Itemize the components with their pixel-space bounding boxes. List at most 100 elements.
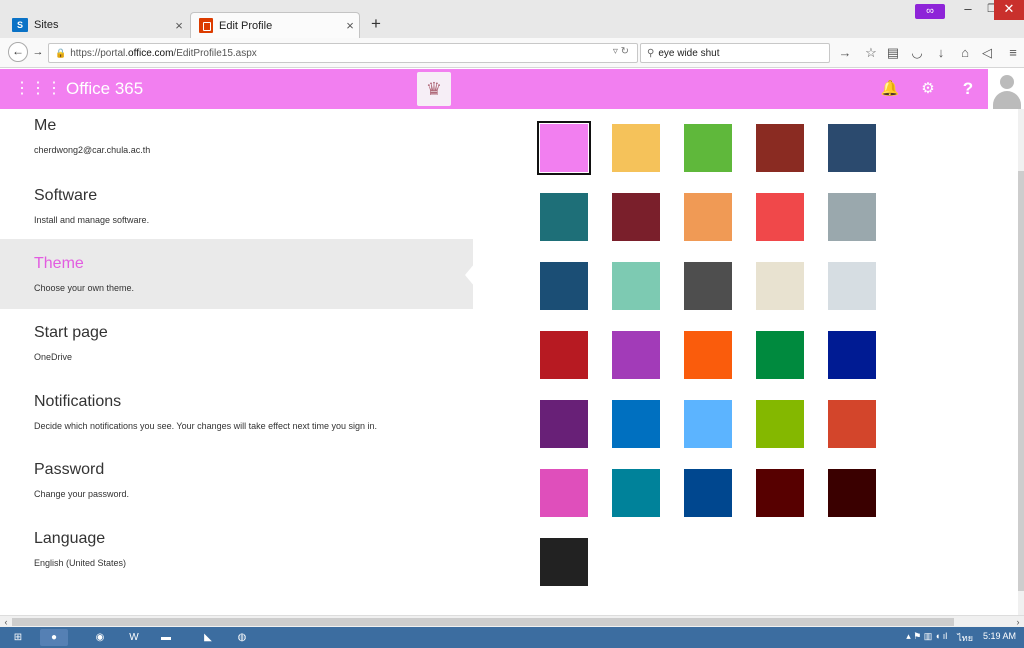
tray-icons[interactable]: ▴ ⚑ ▥ ◖ ıl: [906, 631, 947, 645]
browser-tab-bar: S Sites × Edit Profile × + ∞ – ❐ ✕: [0, 0, 1024, 38]
office-icon: [199, 18, 213, 33]
theme-tile-snowflakes[interactable]: [828, 262, 876, 310]
theme-tile-blue-circles[interactable]: [540, 262, 588, 310]
theme-tile-blueprint[interactable]: [828, 124, 876, 172]
theme-tile-orange[interactable]: [684, 331, 732, 379]
mask-icon[interactable]: ∞: [915, 4, 945, 19]
menu-item-title: Start page: [34, 324, 108, 341]
menu-item-title: Language: [34, 530, 106, 547]
word-icon[interactable]: W: [120, 629, 148, 646]
theme-tile-green[interactable]: [756, 331, 804, 379]
avatar[interactable]: [988, 69, 1024, 109]
theme-tile-stars[interactable]: [612, 124, 660, 172]
theme-tile-pink[interactable]: [537, 121, 591, 175]
go-arrow-icon[interactable]: →: [836, 45, 854, 61]
menu-item-theme[interactable]: Theme Choose your own theme.: [0, 239, 473, 309]
minimize-button[interactable]: –: [956, 0, 980, 20]
theme-tile-lime[interactable]: [756, 400, 804, 448]
gear-icon[interactable]: ⚙: [910, 69, 946, 109]
folder-icon[interactable]: ▬: [152, 629, 180, 646]
menu-item-title: Notifications: [34, 393, 122, 410]
close-icon[interactable]: ×: [341, 18, 359, 33]
menu-item-title: Software: [34, 187, 98, 204]
menu-item-subtitle: Decide which notifications you see. Your…: [34, 421, 378, 431]
menu-item-password[interactable]: Password Change your password.: [0, 451, 473, 517]
download-icon[interactable]: ↓: [932, 45, 950, 61]
close-icon[interactable]: ×: [170, 18, 188, 33]
taskbar: ⊞ ● ◉ W ▬ ◣ ◍ ▴ ⚑ ▥ ◖ ıl ไทย 5:19 AM: [0, 627, 1024, 648]
theme-tile-teal[interactable]: [612, 469, 660, 517]
menu-item-title: Theme: [34, 255, 84, 272]
help-icon[interactable]: ?: [950, 69, 986, 109]
theme-tile-dark-purple[interactable]: [540, 400, 588, 448]
university-logo: ♛: [417, 72, 451, 106]
theme-tile-rust[interactable]: [828, 400, 876, 448]
new-tab-button[interactable]: +: [366, 13, 386, 35]
send-icon[interactable]: ◁: [978, 45, 996, 61]
theme-tile-stripes[interactable]: [684, 193, 732, 241]
theme-picker: [473, 109, 1018, 615]
theme-tile-green-nature[interactable]: [684, 124, 732, 172]
theme-tile-red-abstract[interactable]: [612, 193, 660, 241]
close-window-button[interactable]: ✕: [994, 0, 1024, 20]
theme-tile-circuit[interactable]: [540, 193, 588, 241]
menu-item-software[interactable]: Software Install and manage software.: [0, 177, 473, 243]
app-launcher-icon[interactable]: ⋮⋮⋮: [14, 79, 62, 99]
menu-item-title: Password: [34, 461, 105, 478]
theme-tile-navy[interactable]: [828, 331, 876, 379]
settings-menu: Me cherdwong2@car.chula.ac.th Software I…: [0, 109, 473, 615]
theme-tile-dark-maroon[interactable]: [828, 469, 876, 517]
start-icon[interactable]: ⊞: [4, 629, 32, 646]
url-prefix: https://portal.: [70, 47, 129, 59]
reload-icon[interactable]: ▿ ↻: [613, 46, 629, 57]
theme-tile-lucky-cat[interactable]: [756, 262, 804, 310]
firefox-icon[interactable]: ●: [40, 629, 68, 646]
bell-icon[interactable]: 🔔: [872, 69, 908, 109]
theme-tile-red[interactable]: [540, 331, 588, 379]
forward-button[interactable]: →: [30, 43, 46, 61]
theme-tile-magenta[interactable]: [540, 469, 588, 517]
back-button[interactable]: ←: [8, 42, 28, 62]
vertical-scrollbar[interactable]: [1018, 109, 1024, 615]
reading-list-icon[interactable]: ▤: [884, 45, 902, 61]
tab-sites[interactable]: S Sites ×: [8, 12, 188, 38]
scroll-thumb[interactable]: [12, 618, 954, 626]
theme-tile-purple[interactable]: [612, 331, 660, 379]
menu-icon[interactable]: ≡: [1004, 45, 1022, 61]
menu-item-subtitle: English (United States): [34, 558, 127, 568]
clock[interactable]: 5:19 AM: [983, 631, 1016, 645]
theme-tile-geometric[interactable]: [756, 193, 804, 241]
menu-item-start-page[interactable]: Start page OneDrive: [0, 314, 473, 380]
theme-tile-fabric[interactable]: [828, 193, 876, 241]
chrome-icon[interactable]: ◉: [86, 629, 114, 646]
theme-tile-dark-blue[interactable]: [684, 469, 732, 517]
bookmark-star-icon[interactable]: ☆: [862, 45, 880, 61]
menu-item-subtitle: OneDrive: [34, 352, 73, 362]
app-icon[interactable]: ◍: [228, 629, 256, 646]
menu-item-title: Me: [34, 117, 57, 134]
address-bar[interactable]: 🔒 https://portal. office.com/EditProfile1…: [48, 43, 638, 63]
theme-tile-abstract-red[interactable]: [756, 124, 804, 172]
theme-tile-black[interactable]: [540, 538, 588, 586]
pdf-icon[interactable]: ◣: [194, 629, 222, 646]
search-input[interactable]: ⚲ eye wide shut: [640, 43, 830, 63]
scroll-thumb[interactable]: [1018, 171, 1024, 591]
theme-tile-blue-black[interactable]: [612, 400, 660, 448]
tab-label: Sites: [34, 19, 59, 31]
theme-tile-teal-split[interactable]: [612, 262, 660, 310]
theme-tile-sky-blue[interactable]: [684, 400, 732, 448]
language-indicator[interactable]: ไทย: [957, 631, 973, 645]
app-title[interactable]: Office 365: [66, 79, 143, 99]
search-icon: ⚲: [647, 47, 655, 59]
menu-item-me[interactable]: Me cherdwong2@car.chula.ac.th: [0, 109, 473, 175]
home-icon[interactable]: ⌂: [956, 45, 974, 61]
theme-tile-maroon[interactable]: [756, 469, 804, 517]
menu-item-language[interactable]: Language English (United States): [0, 520, 473, 586]
menu-item-notifications[interactable]: Notifications Decide which notifications…: [0, 383, 473, 449]
menu-item-subtitle: Install and manage software.: [34, 215, 150, 225]
horizontal-scrollbar[interactable]: ‹ ›: [0, 615, 1024, 627]
tab-edit-profile[interactable]: Edit Profile ×: [190, 12, 360, 38]
theme-tile-gray-split[interactable]: [684, 262, 732, 310]
pocket-icon[interactable]: ◡: [908, 45, 926, 61]
sharepoint-icon: S: [12, 18, 28, 32]
